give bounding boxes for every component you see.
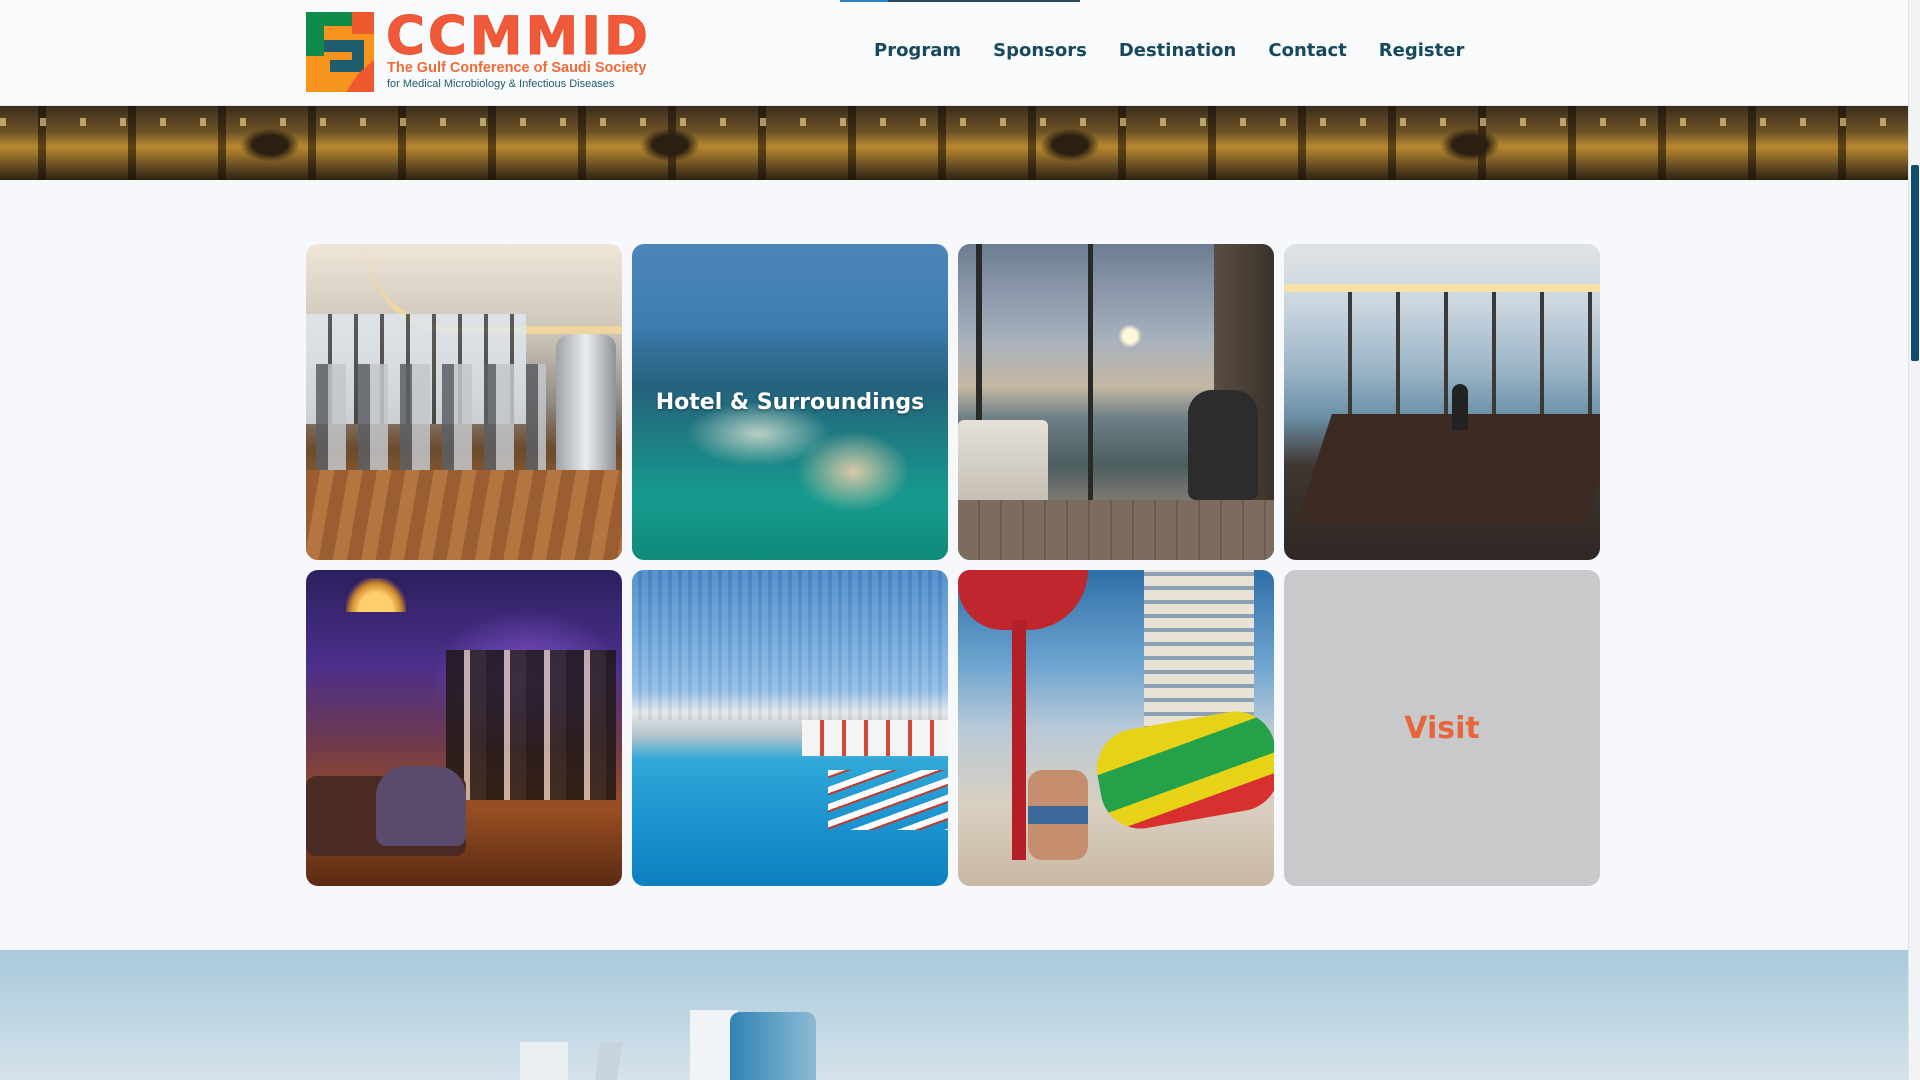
nav-item-program[interactable]: Program	[874, 40, 961, 61]
palm-icon	[240, 128, 300, 162]
palm-icon	[1440, 128, 1500, 162]
gallery-tile-meeting-room[interactable]	[1284, 244, 1600, 560]
logo-tagline-2: for Medical Microbiology & Infectious Di…	[387, 78, 615, 90]
visit-link[interactable]: Visit	[1404, 711, 1479, 746]
building	[730, 1012, 816, 1080]
room-floor	[958, 500, 1274, 560]
skyline-banner-image	[0, 950, 1908, 1080]
gallery-tile-hotel-surroundings[interactable]: Hotel & Surroundings	[632, 244, 948, 560]
nav-active-bar	[840, 0, 888, 2]
nav-item-destination[interactable]: Destination	[1119, 40, 1237, 61]
gallery-tile-lounge[interactable]	[306, 570, 622, 886]
site-logo[interactable]: CCMMID The Gulf Conference of Saudi Soci…	[306, 7, 649, 92]
guests	[446, 650, 616, 800]
gallery-tile-visit[interactable]: Visit	[1284, 570, 1600, 886]
logo-wordmark: CCMMID	[386, 6, 651, 67]
children	[1028, 770, 1088, 860]
hotel-tower	[632, 570, 948, 720]
sun-icon	[1118, 324, 1142, 348]
hero-banner-image	[0, 106, 1908, 180]
conference-table	[1296, 414, 1600, 524]
tile-overlay: Visit	[1284, 570, 1600, 886]
gallery-tile-gym[interactable]	[306, 244, 622, 560]
gym-floor	[306, 470, 622, 560]
water-slides	[1090, 705, 1274, 835]
nav-item-register[interactable]: Register	[1379, 40, 1465, 61]
gallery-tile-water-park[interactable]	[958, 570, 1274, 886]
gym-machines	[316, 364, 546, 474]
gallery-tile-pool[interactable]	[632, 570, 948, 886]
hotel-gallery: Hotel & Surroundings Visit	[306, 244, 1602, 886]
tile-overlay: Hotel & Surroundings	[632, 244, 948, 560]
lamp-icon	[346, 578, 406, 612]
armchair	[376, 766, 466, 846]
palm-icon	[640, 128, 700, 162]
hotel-surroundings-label: Hotel & Surroundings	[655, 389, 925, 415]
site-header: CCMMID The Gulf Conference of Saudi Soci…	[0, 0, 1908, 106]
pool-loungers	[828, 770, 948, 830]
page-scrollbar[interactable]	[1908, 0, 1920, 1080]
building	[591, 1042, 623, 1080]
person-silhouette	[1452, 384, 1468, 430]
scrollbar-thumb[interactable]	[1911, 165, 1919, 361]
palm-icon	[1040, 128, 1100, 162]
nav-active-indicator	[840, 0, 1080, 2]
gallery-tile-room-view[interactable]	[958, 244, 1274, 560]
logo-tagline-1: The Gulf Conference of Saudi Society	[387, 60, 647, 76]
nav-item-sponsors[interactable]: Sponsors	[993, 40, 1087, 61]
ceiling-light	[1284, 284, 1600, 292]
logo-mark-icon	[306, 12, 374, 92]
hero-lights	[0, 118, 1908, 126]
building	[520, 1042, 568, 1080]
chair	[1188, 390, 1258, 500]
pool-umbrellas	[802, 720, 948, 756]
main-nav: Program Sponsors Destination Contact Reg…	[874, 40, 1496, 61]
mushroom-pole	[1012, 620, 1026, 860]
nav-item-contact[interactable]: Contact	[1268, 40, 1346, 61]
